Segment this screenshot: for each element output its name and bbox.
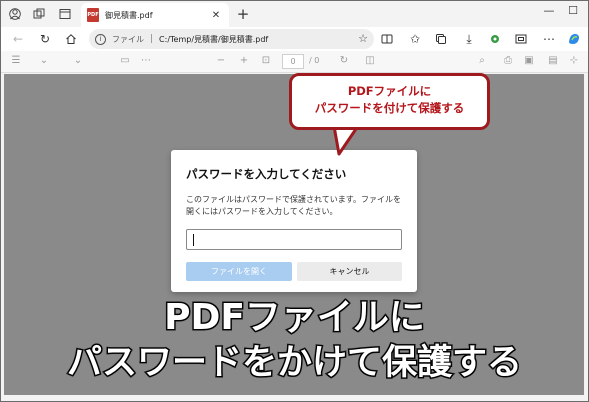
callout-text: PDFファイルに パスワードを付けて保護する bbox=[292, 83, 487, 117]
tab-strip: PDF 御見積書.pdf ✕ + — ☐ bbox=[1, 1, 588, 27]
back-icon[interactable]: ← bbox=[10, 31, 26, 47]
two-page-icon[interactable]: ◫ bbox=[363, 55, 377, 66]
home-icon[interactable] bbox=[63, 31, 79, 47]
info-icon[interactable]: i bbox=[95, 33, 106, 45]
more-tools-icon[interactable]: ⋯ bbox=[139, 55, 153, 66]
split-screen-icon[interactable] bbox=[379, 31, 395, 47]
callout-line-1: PDFファイルに bbox=[347, 84, 432, 98]
profile-icon[interactable] bbox=[7, 6, 23, 22]
address-bar[interactable]: i ファイル | C:/Temp/見積書/御見積書.pdf ☆ bbox=[89, 29, 374, 49]
refresh-icon[interactable]: ↻ bbox=[37, 31, 53, 47]
cancel-button[interactable]: キャンセル bbox=[297, 262, 402, 281]
extensions-icon[interactable] bbox=[487, 31, 503, 47]
page-view-icon[interactable]: ▭ bbox=[118, 55, 132, 66]
downloads-icon[interactable]: ⤓ bbox=[461, 31, 477, 47]
pdf-file-icon: PDF bbox=[87, 8, 99, 22]
address-separator: | bbox=[150, 34, 154, 44]
rotate-icon[interactable]: ↻ bbox=[337, 55, 351, 66]
annotation-callout: PDFファイルに パスワードを付けて保護する bbox=[289, 73, 490, 130]
contents-icon[interactable]: ☰ bbox=[9, 55, 23, 66]
pdf-toolbar: ☰ ⌄ ⌄ ▭ ⋯ − + ⊡ 0 / 0 ↻ ◫ ⌕ ⎙ ▣ ▤ ⊹ bbox=[1, 51, 588, 73]
search-icon[interactable]: ⌕ bbox=[475, 55, 489, 66]
settings-icon[interactable]: ⋯ bbox=[541, 31, 557, 47]
caption-line-2: パスワードをかけて保護する bbox=[65, 342, 523, 385]
text-caret bbox=[193, 234, 194, 246]
tab-title: 御見積書.pdf bbox=[105, 10, 153, 20]
caption-line-1: PDFファイルに bbox=[163, 296, 427, 340]
callout-line-2: パスワードを付けて保護する bbox=[314, 101, 465, 115]
address-url[interactable]: C:/Temp/見積書/御見積書.pdf bbox=[159, 34, 268, 45]
save-as-icon[interactable]: ▤ bbox=[546, 55, 560, 66]
new-tab-icon[interactable]: + bbox=[236, 5, 250, 23]
password-input[interactable] bbox=[186, 229, 402, 250]
password-dialog: パスワードを入力してください このファイルはパスワードで保護されています。ファイ… bbox=[171, 150, 417, 292]
page-number-input[interactable]: 0 bbox=[282, 54, 304, 69]
page-total: / 0 bbox=[309, 56, 320, 65]
minimize-icon[interactable]: — bbox=[539, 4, 559, 17]
collections-icon[interactable] bbox=[433, 31, 449, 47]
maximize-icon[interactable]: ☐ bbox=[563, 4, 583, 17]
address-scheme-label: ファイル bbox=[112, 34, 144, 44]
fit-page-icon[interactable]: ⊡ bbox=[259, 55, 273, 66]
copilot-icon[interactable] bbox=[566, 31, 582, 47]
draw-icon[interactable]: ⌄ bbox=[37, 55, 51, 66]
zoom-in-icon[interactable]: + bbox=[237, 55, 251, 66]
open-file-button[interactable]: ファイルを開く bbox=[186, 262, 292, 281]
workspaces-icon[interactable] bbox=[31, 6, 47, 22]
favorite-icon[interactable]: ☆ bbox=[358, 32, 368, 45]
close-icon[interactable]: ✕ bbox=[209, 10, 223, 21]
tab-actions-icon[interactable] bbox=[57, 6, 73, 22]
save-icon[interactable]: ▣ bbox=[522, 55, 536, 66]
zoom-out-icon[interactable]: − bbox=[214, 55, 228, 66]
pin-toolbar-icon[interactable]: ⊹ bbox=[567, 55, 581, 66]
dialog-title: パスワードを入力してください bbox=[186, 167, 347, 181]
screenshot-icon[interactable] bbox=[513, 31, 529, 47]
print-icon[interactable]: ⎙ bbox=[501, 55, 515, 66]
tab-active[interactable]: PDF 御見積書.pdf ✕ bbox=[81, 3, 229, 27]
favorites-icon[interactable]: ✩ bbox=[407, 31, 423, 47]
highlight-icon[interactable]: ⌄ bbox=[71, 55, 85, 66]
address-bar-row: ← ↻ i ファイル | C:/Temp/見積書/御見積書.pdf ☆ ✩ ⤓ … bbox=[1, 27, 588, 51]
dialog-message: このファイルはパスワードで保護されています。ファイルを開くにはパスワードを入力し… bbox=[186, 195, 401, 216]
